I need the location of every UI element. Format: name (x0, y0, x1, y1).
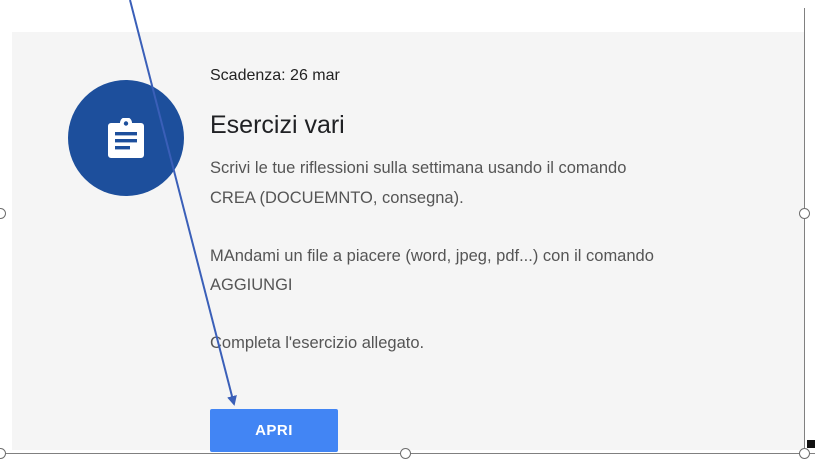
assignment-card[interactable] (12, 32, 804, 450)
resize-handle-left[interactable] (0, 208, 6, 219)
description-line: Scrivi le tue riflessioni sulla settiman… (210, 159, 627, 177)
selection-border-right (804, 8, 805, 459)
resize-handle-bottom-right[interactable] (799, 448, 810, 459)
assignment-icon-badge (68, 80, 184, 196)
resize-handle-bottom[interactable] (400, 448, 411, 459)
assignment-clipboard-icon (108, 118, 144, 158)
corner-marker (807, 440, 815, 448)
open-button[interactable]: APRI (210, 409, 338, 452)
description-line: Completa l'esercizio allegato. (210, 334, 425, 352)
description-line: MAndami un file a piacere (word, jpeg, p… (210, 247, 654, 265)
screenshot-stage: Scadenza: 26 mar Esercizi vari Scrivi le… (0, 0, 815, 459)
resize-handle-bottom-left[interactable] (0, 448, 6, 459)
assignment-title[interactable]: Esercizi vari (210, 111, 345, 140)
due-date: Scadenza: 26 mar (210, 67, 340, 84)
description-line: AGGIUNGI (210, 276, 293, 294)
resize-handle-right[interactable] (799, 208, 810, 219)
description-line: CREA (DOCUEMNTO, consegna). (210, 189, 464, 207)
